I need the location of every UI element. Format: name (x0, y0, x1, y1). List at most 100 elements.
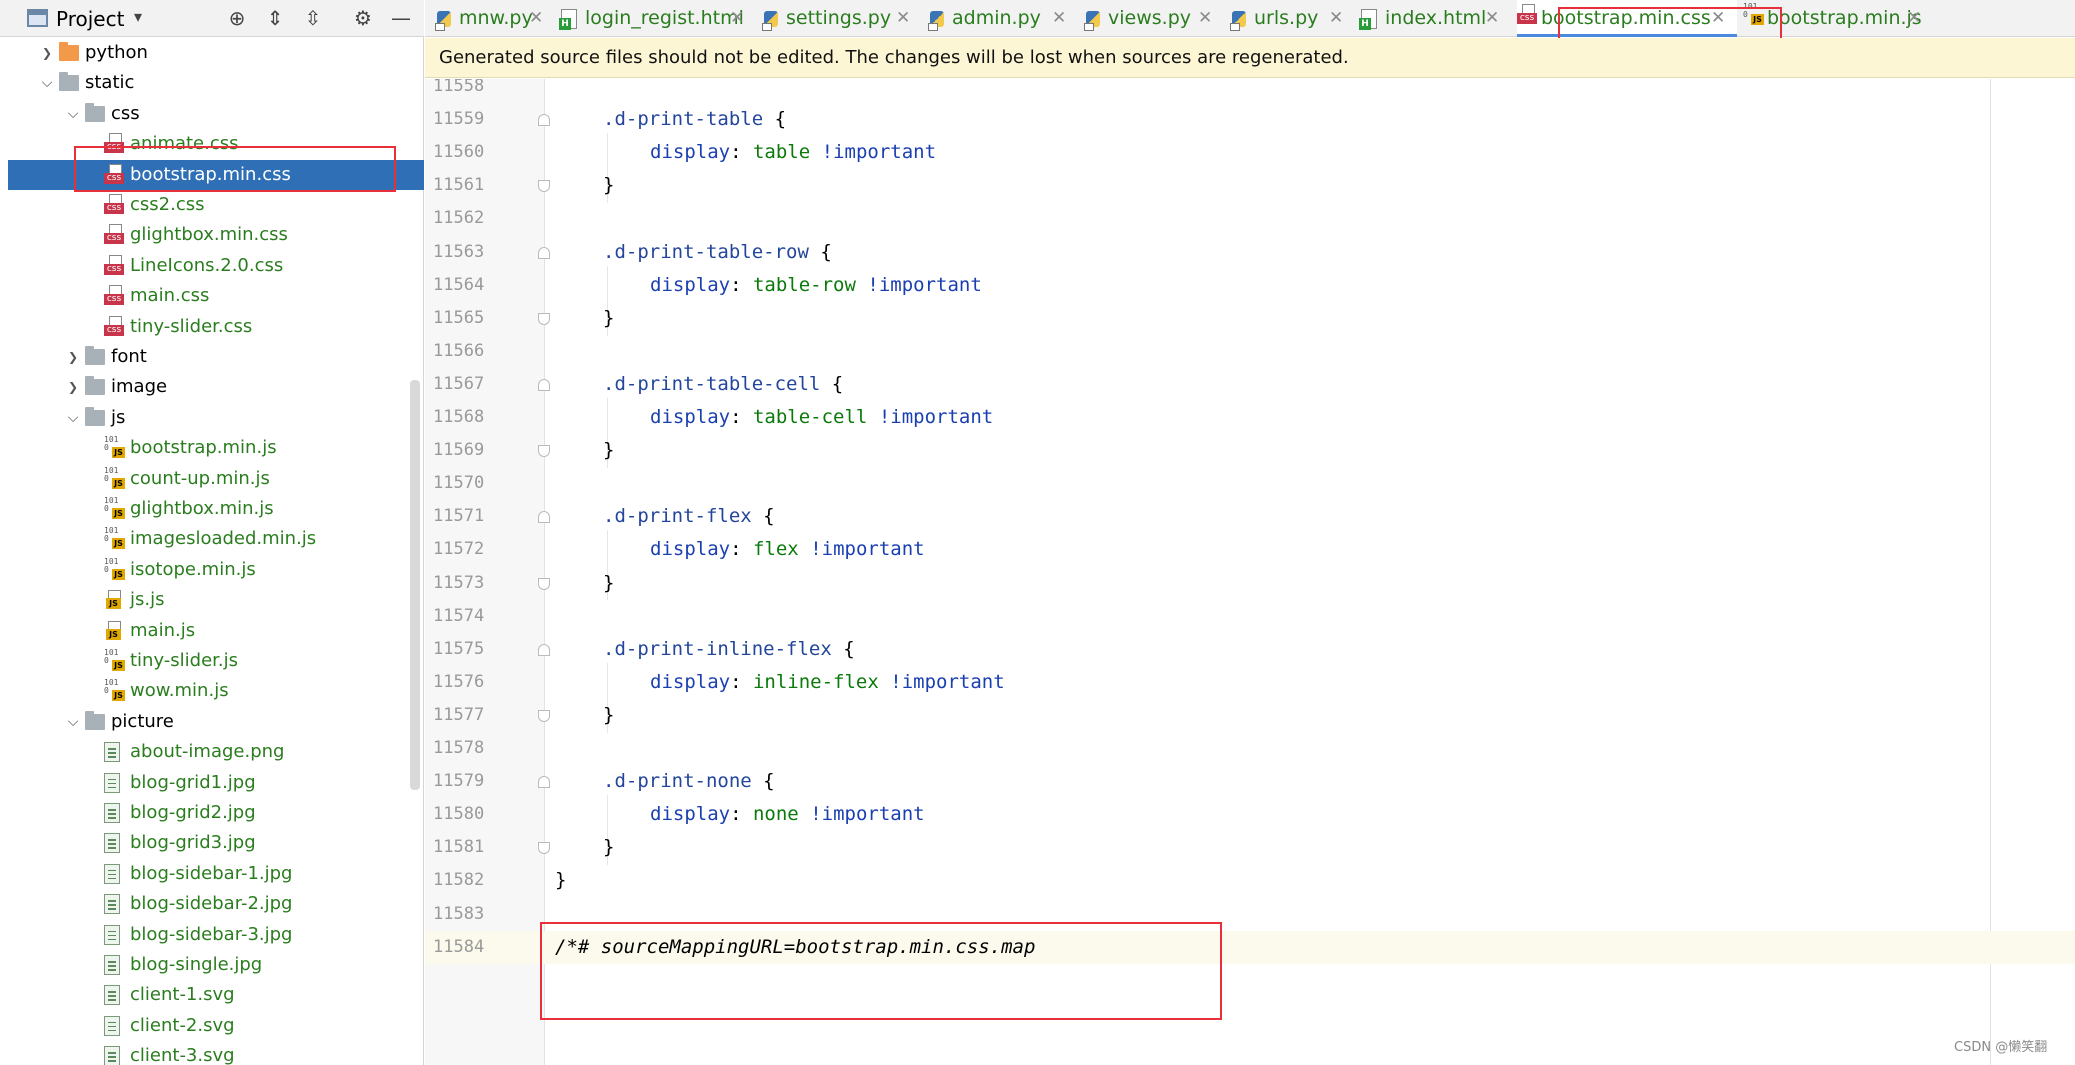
tree-file-row[interactable]: glightbox.min.css (0, 220, 424, 250)
close-icon[interactable]: ✕ (1198, 0, 1212, 37)
code-line[interactable]: 11568 display: table-cell !important (425, 401, 2075, 434)
hide-icon[interactable]: — (388, 5, 414, 31)
tab-urls-py[interactable]: urls.py ✕ (1230, 0, 1355, 37)
tab-mnw-py[interactable]: mnw.py ✕ (435, 0, 555, 37)
fold-marker-icon[interactable] (538, 776, 550, 789)
tree-file-row[interactable]: client-3.svg (0, 1041, 424, 1065)
tree-folder-row[interactable]: ❯ font (0, 342, 424, 372)
chevron-down-icon[interactable]: ⌵ (39, 68, 55, 98)
tree-folder-row[interactable]: ⌵ static (0, 68, 424, 98)
chevron-down-icon[interactable]: ▾ (134, 7, 142, 26)
fold-marker-icon[interactable] (538, 378, 550, 391)
code-line[interactable]: 11558 (425, 79, 2075, 103)
code-line[interactable]: 11581} (425, 831, 2075, 864)
code-line[interactable]: 11560 display: table !important (425, 136, 2075, 169)
tree-folder-row[interactable]: ⌵ css (0, 99, 424, 129)
tree-file-row[interactable]: count-up.min.js (0, 464, 424, 494)
tree-file-row[interactable]: glightbox.min.js (0, 494, 424, 524)
close-icon[interactable]: ✕ (529, 0, 543, 37)
close-icon[interactable]: ✕ (896, 0, 910, 37)
code-line[interactable]: 11576 display: inline-flex !important (425, 666, 2075, 699)
code-line[interactable]: 11564 display: table-row !important (425, 269, 2075, 302)
close-icon[interactable]: ✕ (1907, 0, 1921, 37)
tree-file-row[interactable]: blog-single.jpg (0, 950, 424, 980)
collapse-all-icon[interactable]: ⇳ (300, 5, 326, 31)
tab-settings-py[interactable]: settings.py ✕ (762, 0, 922, 37)
code-line[interactable]: 11575 .d-print-inline-flex { (425, 633, 2075, 666)
fold-marker-icon[interactable] (538, 246, 550, 259)
code-line[interactable]: 11570 (425, 467, 2075, 500)
tree-file-row[interactable]: imagesloaded.min.js (0, 524, 424, 554)
code-line[interactable]: 11566 (425, 335, 2075, 368)
tree-file-row[interactable]: about-image.png (0, 737, 424, 767)
chevron-right-icon[interactable]: ❯ (65, 372, 81, 402)
tree-file-row[interactable]: wow.min.js (0, 676, 424, 706)
expand-all-icon[interactable]: ⇕ (262, 5, 288, 31)
tree-file-row[interactable]: tiny-slider.js (0, 646, 424, 676)
fold-marker-icon[interactable] (538, 180, 550, 193)
code-line[interactable]: 11577} (425, 699, 2075, 732)
tree-file-row[interactable]: client-1.svg (0, 980, 424, 1010)
code-line[interactable]: 11559 .d-print-table { (425, 103, 2075, 136)
project-title[interactable]: Project (56, 7, 124, 31)
chevron-down-icon[interactable]: ⌵ (65, 403, 81, 433)
tab-login_regist-html[interactable]: login_regist.html✕ (559, 0, 756, 37)
tree-file-row[interactable]: js.js (0, 585, 424, 615)
close-icon[interactable]: ✕ (1485, 0, 1499, 37)
tree-file-row[interactable]: isotope.min.js (0, 555, 424, 585)
tree-file-row[interactable]: blog-sidebar-2.jpg (0, 889, 424, 919)
tree-file-row[interactable]: main.js (0, 616, 424, 646)
code-line[interactable]: 11571 .d-print-flex { (425, 500, 2075, 533)
fold-marker-icon[interactable] (538, 511, 550, 524)
code-line[interactable]: 11578 (425, 732, 2075, 765)
code-line[interactable]: 11573} (425, 567, 2075, 600)
fold-marker-icon[interactable] (538, 577, 550, 590)
tree-file-row[interactable]: blog-grid3.jpg (0, 828, 424, 858)
tree-file-row[interactable]: tiny-slider.css (0, 312, 424, 342)
tree-folder-row[interactable]: ❯ python (0, 38, 424, 68)
code-line[interactable]: 11562 (425, 202, 2075, 235)
fold-marker-icon[interactable] (538, 842, 550, 855)
tab-admin-py[interactable]: admin.py ✕ (928, 0, 1078, 37)
tree-file-row[interactable]: bootstrap.min.js (0, 433, 424, 463)
tree-file-row[interactable]: LineIcons.2.0.css (0, 251, 424, 281)
tree-file-row[interactable]: blog-grid2.jpg (0, 798, 424, 828)
code-line[interactable]: 11580 display: none !important (425, 798, 2075, 831)
code-line[interactable]: 11561} (425, 169, 2075, 202)
chevron-down-icon[interactable]: ⌵ (65, 707, 81, 737)
gear-icon[interactable]: ⚙ (350, 5, 376, 31)
code-line[interactable]: 11567 .d-print-table-cell { (425, 368, 2075, 401)
code-line[interactable]: 11574 (425, 600, 2075, 633)
code-line[interactable]: 11582} (425, 864, 2075, 897)
tree-file-row[interactable]: blog-sidebar-1.jpg (0, 859, 424, 889)
tab-views-py[interactable]: views.py ✕ (1084, 0, 1224, 37)
close-icon[interactable]: ✕ (1052, 0, 1066, 37)
code-line[interactable]: 11563 .d-print-table-row { (425, 236, 2075, 269)
tree-file-row[interactable]: blog-sidebar-3.jpg (0, 920, 424, 950)
code-editor[interactable]: 11558 11559 .d-print-table {11560 display: … (425, 79, 2075, 1065)
fold-marker-icon[interactable] (538, 643, 550, 656)
fold-marker-icon[interactable] (538, 312, 550, 325)
tree-file-row[interactable]: css2.css (0, 190, 424, 220)
tree-folder-row[interactable]: ⌵ picture (0, 707, 424, 737)
fold-marker-icon[interactable] (538, 114, 550, 127)
tree-folder-row[interactable]: ❯ image (0, 372, 424, 402)
code-line[interactable]: 11579 .d-print-none { (425, 765, 2075, 798)
chevron-down-icon[interactable]: ⌵ (65, 99, 81, 129)
code-line[interactable]: 11565} (425, 302, 2075, 335)
tree-folder-row[interactable]: ⌵ js (0, 403, 424, 433)
tree-scrollbar[interactable] (410, 380, 420, 790)
fold-marker-icon[interactable] (538, 445, 550, 458)
chevron-right-icon[interactable]: ❯ (65, 342, 81, 372)
tab-index-html[interactable]: index.html✕ (1359, 0, 1511, 37)
tree-file-row[interactable]: blog-grid1.jpg (0, 768, 424, 798)
close-icon[interactable]: ✕ (1329, 0, 1343, 37)
code-line[interactable]: 11572 display: flex !important (425, 533, 2075, 566)
fold-marker-icon[interactable] (538, 709, 550, 722)
tree-file-row[interactable]: client-2.svg (0, 1011, 424, 1041)
chevron-right-icon[interactable]: ❯ (39, 38, 55, 68)
close-icon[interactable]: ✕ (730, 0, 744, 37)
code-line[interactable]: 11569} (425, 434, 2075, 467)
locate-icon[interactable]: ⊕ (224, 5, 250, 31)
tree-file-row[interactable]: main.css (0, 281, 424, 311)
